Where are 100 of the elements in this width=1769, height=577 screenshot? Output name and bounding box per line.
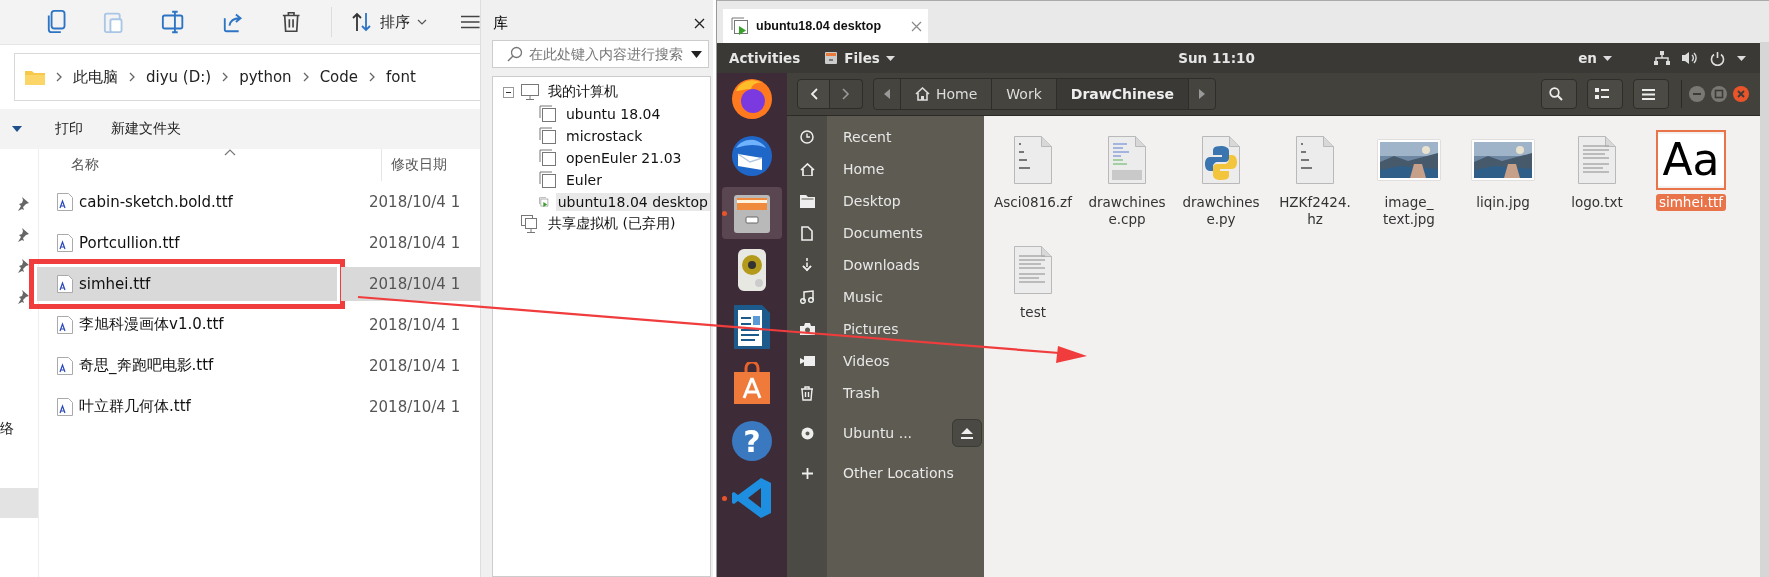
file-item[interactable]: drawchinese.py bbox=[1174, 130, 1268, 228]
chevron-icon bbox=[301, 72, 310, 82]
search-icon bbox=[1549, 87, 1563, 101]
chevron-icon bbox=[221, 72, 230, 82]
file-item[interactable]: drawchinese.cpp bbox=[1080, 130, 1174, 228]
tree-item[interactable]: Euler bbox=[564, 171, 604, 189]
caret-icon[interactable] bbox=[1737, 55, 1746, 61]
sidebar-item[interactable]: Pictures bbox=[787, 313, 984, 345]
shopping-bag-icon bbox=[732, 362, 772, 406]
file-item[interactable]: liqin.jpg bbox=[1456, 130, 1550, 228]
shared-computer-icon bbox=[521, 215, 539, 233]
menu-icon[interactable] bbox=[461, 14, 480, 30]
tree-item[interactable]: 共享虚拟机 (已弃用) bbox=[546, 214, 678, 234]
tree-item[interactable]: openEuler 21.03 bbox=[564, 149, 684, 167]
column-header[interactable]: 修改日期 bbox=[391, 156, 447, 174]
sidebar-item[interactable]: Recent bbox=[787, 121, 984, 153]
dropdown-caret-icon[interactable] bbox=[691, 50, 702, 58]
file-item[interactable]: Aa simhei.ttf bbox=[1644, 130, 1738, 228]
pin-icon[interactable] bbox=[17, 228, 29, 242]
font-preview: Aa bbox=[1658, 134, 1724, 186]
chevron-icon bbox=[128, 72, 136, 82]
text-file-icon bbox=[1014, 246, 1052, 294]
breadcrumb-item[interactable]: python bbox=[239, 68, 292, 86]
python-file-icon bbox=[1202, 136, 1240, 184]
panel-title: 库 bbox=[493, 13, 508, 33]
activities-button[interactable]: Activities bbox=[729, 50, 801, 66]
home-icon bbox=[799, 162, 815, 176]
binary-file-icon bbox=[1296, 136, 1334, 184]
power-icon[interactable] bbox=[1710, 50, 1725, 66]
file-name-cell[interactable]: 李旭科漫画体v1.0.ttf bbox=[37, 307, 337, 342]
file-item[interactable]: Asci0816.zf bbox=[986, 130, 1080, 228]
copy-icon[interactable] bbox=[46, 9, 67, 35]
breadcrumb-item[interactable]: 此电脑 bbox=[73, 67, 118, 87]
font-file-icon bbox=[57, 192, 73, 211]
search-field[interactable]: 在此处键入内容进行搜索 bbox=[492, 40, 709, 68]
file-name-cell[interactable]: Portcullion.ttf bbox=[37, 225, 337, 260]
file-item[interactable]: image_text.jpg bbox=[1362, 130, 1456, 228]
sidebar-item[interactable]: Other Locations bbox=[787, 457, 984, 489]
delete-icon[interactable] bbox=[281, 10, 302, 34]
font-file-icon bbox=[57, 233, 73, 252]
music-icon bbox=[800, 290, 814, 304]
sidebar-item[interactable]: Videos bbox=[787, 345, 984, 377]
breadcrumb-item[interactable]: diyu (D:) bbox=[146, 68, 212, 86]
pin-icon[interactable] bbox=[17, 259, 29, 273]
network-icon[interactable] bbox=[1654, 51, 1670, 65]
command-button[interactable]: 新建文件夹 bbox=[105, 116, 187, 142]
sidebar-item[interactable]: Desktop bbox=[787, 185, 984, 217]
tree-item[interactable]: 我的计算机 bbox=[546, 82, 620, 102]
dock-item[interactable] bbox=[722, 187, 782, 239]
column-header[interactable]: 名称 bbox=[71, 156, 99, 174]
caret-icon bbox=[1603, 55, 1612, 61]
minimize-icon[interactable] bbox=[1688, 85, 1706, 103]
path-button[interactable]: DrawChinese bbox=[1055, 79, 1190, 109]
file-item[interactable]: logo.txt bbox=[1550, 130, 1644, 228]
vm-tab[interactable]: ubuntu18.04 desktop bbox=[723, 9, 928, 43]
computer-icon bbox=[521, 84, 539, 100]
folder-icon bbox=[25, 69, 45, 85]
file-name-cell[interactable]: cabin-sketch.bold.ttf bbox=[37, 184, 337, 219]
pin-icon[interactable] bbox=[17, 290, 29, 304]
breadcrumb-item[interactable]: font bbox=[386, 68, 416, 86]
close-icon[interactable] bbox=[694, 17, 705, 29]
clock[interactable]: Sun 11:10 bbox=[1178, 50, 1255, 66]
sort-caret-icon bbox=[224, 149, 236, 156]
collapse-icon[interactable] bbox=[503, 86, 514, 98]
eject-button[interactable] bbox=[952, 419, 982, 447]
file-item[interactable]: test bbox=[986, 240, 1080, 321]
file-name-cell[interactable]: 叶立群几何体.ttf bbox=[37, 389, 337, 424]
tree-item[interactable]: ubuntu 18.04 bbox=[564, 105, 663, 123]
breadcrumb-item[interactable]: Code bbox=[319, 68, 359, 86]
command-button[interactable]: 打印 bbox=[49, 116, 89, 142]
file-item[interactable]: HZKf2424.hz bbox=[1268, 130, 1362, 228]
rename-icon[interactable] bbox=[160, 9, 185, 35]
scroll-right-icon[interactable] bbox=[1199, 89, 1206, 99]
caret-icon[interactable] bbox=[12, 126, 22, 132]
sidebar-item[interactable]: Trash bbox=[787, 377, 984, 409]
view-toggle-button[interactable] bbox=[1587, 79, 1623, 109]
app-menu[interactable]: Files bbox=[824, 50, 895, 66]
pin-icon[interactable] bbox=[17, 197, 29, 211]
search-button[interactable] bbox=[1541, 79, 1577, 109]
sidebar-item[interactable]: Downloads bbox=[787, 249, 984, 281]
tree-item[interactable]: microstack bbox=[564, 127, 645, 145]
tree-item[interactable]: ubuntu18.04 desktop bbox=[555, 193, 710, 211]
language-menu[interactable]: en bbox=[1578, 50, 1612, 66]
sidebar-item[interactable]: Ubuntu ... bbox=[787, 417, 984, 449]
scroll-left-icon[interactable] bbox=[884, 89, 890, 99]
back-button[interactable] bbox=[797, 79, 830, 109]
menu-button[interactable] bbox=[1633, 79, 1669, 109]
forward-icon bbox=[842, 88, 850, 100]
chevron-icon bbox=[55, 72, 63, 82]
sidebar-item[interactable]: Documents bbox=[787, 217, 984, 249]
dock-item[interactable]: ? bbox=[722, 415, 782, 467]
maximize-icon[interactable] bbox=[1710, 85, 1728, 103]
volume-icon[interactable] bbox=[1682, 51, 1698, 65]
sidebar-item[interactable]: Music bbox=[787, 281, 984, 313]
nav-item[interactable]: 络 bbox=[0, 416, 38, 442]
video-icon bbox=[799, 356, 815, 366]
sidebar-item[interactable]: Home bbox=[787, 153, 984, 185]
address-bar[interactable]: 此电脑 diyu (D:) python Code font bbox=[14, 53, 480, 101]
sort-button[interactable]: 排序 bbox=[345, 11, 434, 33]
file-name-cell[interactable]: 奇思_奔跑吧电影.ttf bbox=[37, 348, 337, 383]
